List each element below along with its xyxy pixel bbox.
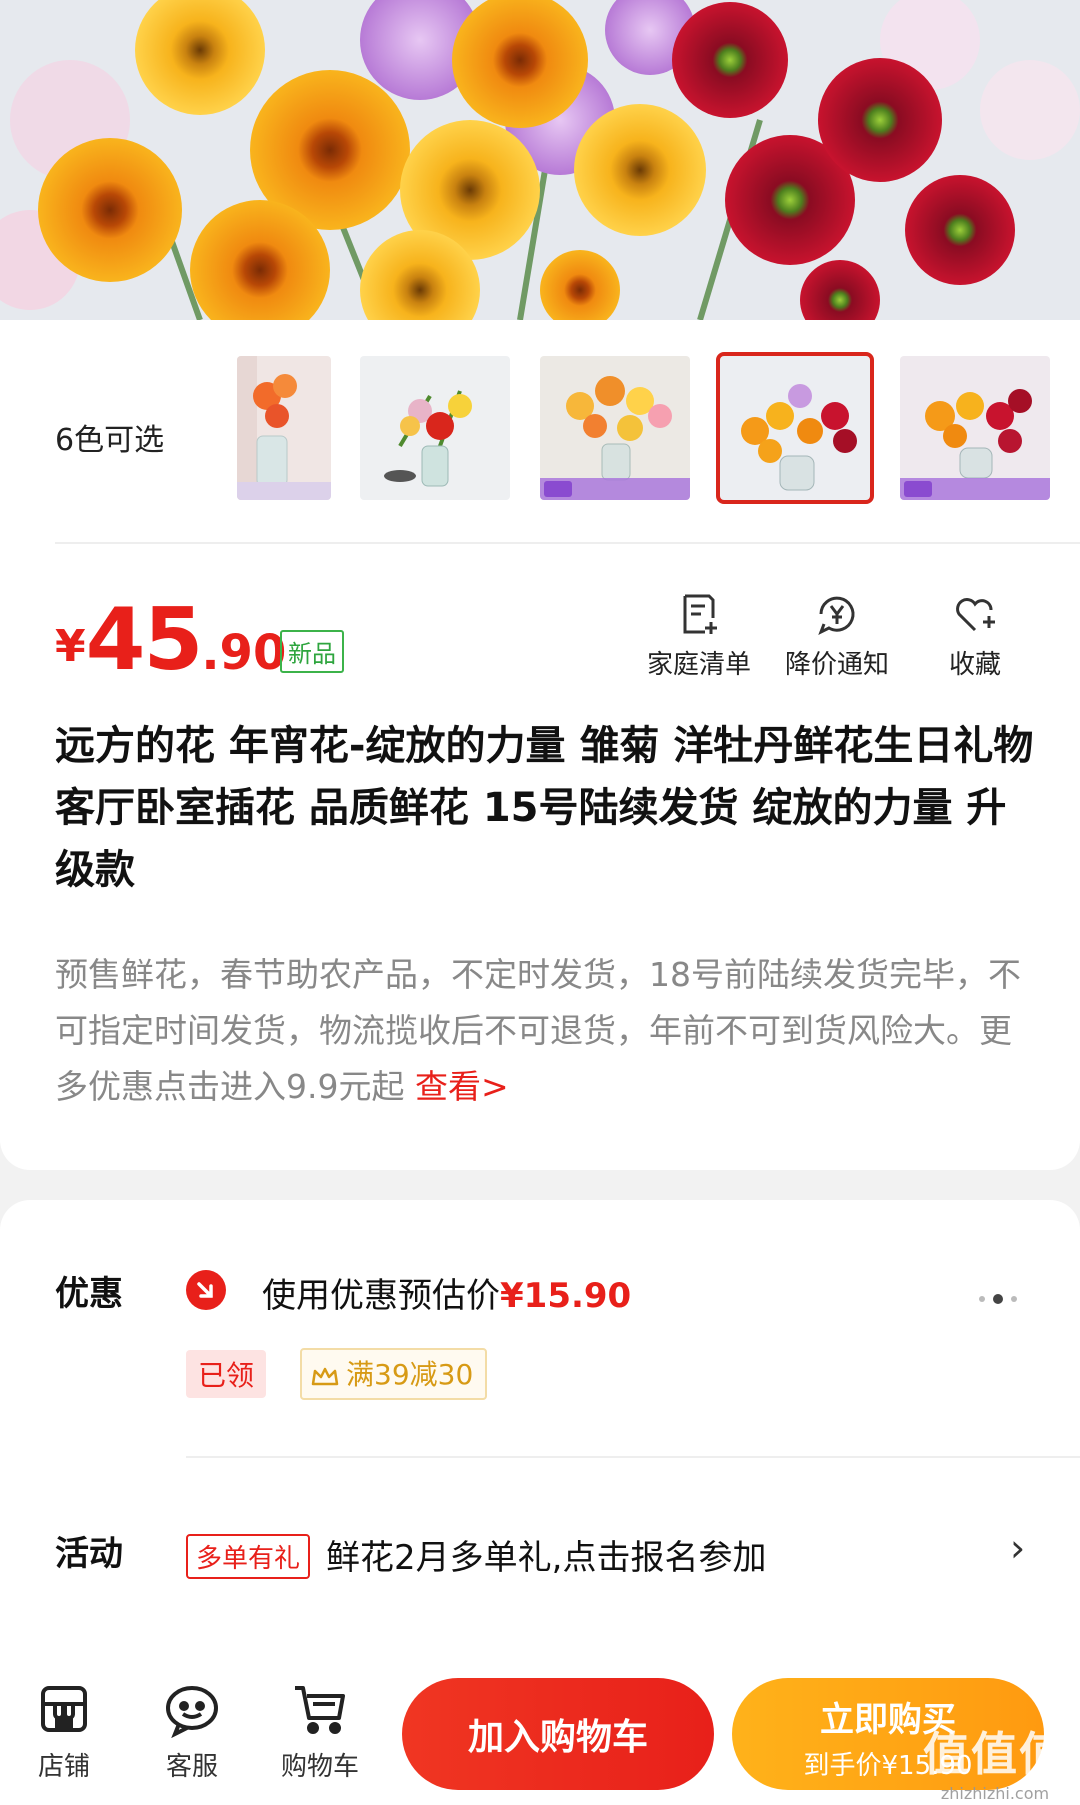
price-drop-alert-button[interactable]: 降价通知 (772, 590, 902, 681)
variant-2-image (360, 356, 510, 500)
section-divider (55, 542, 1080, 544)
hero-product-image[interactable] (0, 0, 1080, 320)
bottom-action-bar: 店铺 客服 购物车 加入购物车 立即购买 到手价¥15.90 (0, 1660, 1080, 1805)
store-button[interactable]: 店铺 (14, 1680, 114, 1783)
price-alert-icon (813, 590, 861, 638)
list-add-icon (675, 590, 723, 638)
estimated-price-text: 使用优惠预估价 (262, 1276, 500, 1316)
new-product-badge: 新品 (280, 630, 344, 673)
deal-coupon-text: 满39减30 (346, 1358, 474, 1391)
site-watermark: 值值值 zhizhizhi.com (920, 1718, 1070, 1803)
product-description: 预售鲜花，春节助农产品，不定时发货，18号前陆续发货完毕，不可指定时间发货，物流… (55, 947, 1035, 1115)
family-list-button[interactable]: 家庭清单 (634, 590, 764, 681)
cart-label: 购物车 (280, 1752, 359, 1782)
flower-bouquet-illustration (0, 0, 1080, 320)
coupon-arrow-icon (186, 1270, 226, 1310)
section-divider (186, 1456, 1080, 1458)
crown-icon (310, 1362, 340, 1395)
discount-row-label: 优惠 (55, 1274, 123, 1314)
price-currency: ¥ (55, 621, 86, 672)
chevron-right-icon[interactable]: › (1010, 1526, 1025, 1570)
claimed-coupon-badge: 已领 (186, 1350, 267, 1398)
variant-3-promo-banner (540, 478, 690, 500)
product-page: 6色可选 ¥45.90 新品 家庭清单 降价通知 收藏 远方的花 年宵花-绽放的… (0, 0, 1080, 1805)
product-title: 远方的花 年宵花-绽放的力量 雏菊 洋牡丹鲜花生日礼物 客厅卧室插花 品质鲜花 … (55, 723, 1034, 893)
family-list-label: 家庭清单 (646, 650, 751, 680)
chat-icon (163, 1680, 221, 1739)
variant-thumbnail-2[interactable] (360, 356, 510, 500)
heart-icon (951, 590, 999, 638)
more-dots-icon[interactable] (975, 1288, 1021, 1307)
customer-service-button[interactable]: 客服 (142, 1680, 242, 1783)
watermark-text: 值值值 (923, 1727, 1067, 1781)
favorite-label: 收藏 (948, 650, 1001, 680)
add-to-cart-button[interactable]: 加入购物车 (402, 1678, 714, 1790)
customer-service-label: 客服 (165, 1752, 218, 1782)
promotions-card: 优惠 使用优惠预估价¥15.90 已领 满39减30 活动 多单有礼 鲜花2月多… (0, 1200, 1080, 1680)
product-description-text: 预售鲜花，春节助农产品，不定时发货，18号前陆续发货完毕，不可指定时间发货，物流… (55, 955, 1021, 1106)
product-info-card: 6色可选 ¥45.90 新品 家庭清单 降价通知 收藏 远方的花 年宵花-绽放的… (0, 320, 1080, 1170)
view-more-link[interactable]: 查看> (415, 1067, 509, 1106)
variant-4-image (720, 356, 870, 500)
variant-count-label[interactable]: 6色可选 (55, 415, 164, 459)
price-decimal: .90 (201, 625, 287, 681)
store-icon (35, 1680, 93, 1738)
favorite-button[interactable]: 收藏 (910, 590, 1040, 681)
estimated-price-value: ¥15.90 (500, 1276, 632, 1316)
deal-coupon-badge[interactable]: 满39减30 (300, 1348, 488, 1400)
event-description[interactable]: 鲜花2月多单礼,点击报名参加 (326, 1530, 766, 1579)
store-label: 店铺 (37, 1752, 90, 1782)
variant-thumbnail-5[interactable] (900, 356, 1050, 500)
estimated-price-row[interactable]: 使用优惠预估价¥15.90 (262, 1268, 631, 1317)
variant-5-promo-banner (900, 478, 1050, 500)
variant-thumbnail-4-selected[interactable] (716, 352, 874, 504)
add-to-cart-label: 加入购物车 (467, 1717, 648, 1758)
price-drop-alert-label: 降价通知 (784, 650, 889, 680)
watermark-url: zhizhizhi.com (940, 1784, 1050, 1803)
cart-button[interactable]: 购物车 (270, 1680, 370, 1783)
event-row-label: 活动 (55, 1534, 123, 1574)
variant-thumbnail-1[interactable] (237, 356, 331, 500)
variant-1-image (237, 356, 331, 500)
event-tag: 多单有礼 (186, 1534, 311, 1579)
variant-thumbnail-3[interactable] (540, 356, 690, 500)
product-price: ¥45.90 (55, 590, 286, 690)
cart-icon (291, 1680, 349, 1738)
price-integer: 45 (85, 590, 204, 690)
